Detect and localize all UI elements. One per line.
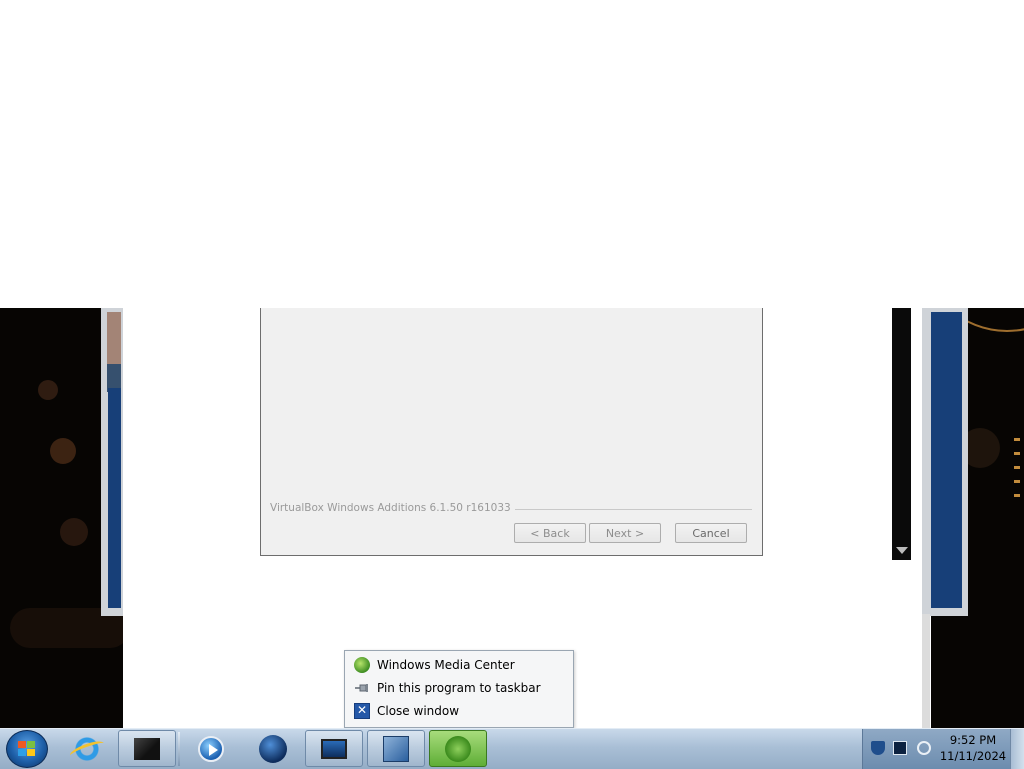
taskbar-button-black-box-app[interactable]	[118, 730, 176, 767]
jump-item-windows-media-center[interactable]: Windows Media Center	[347, 654, 571, 676]
black-box-app-icon	[134, 737, 160, 760]
window-thumbnail	[107, 312, 121, 364]
scrollbar[interactable]	[892, 308, 911, 560]
taskbar-button-internet-explorer[interactable]	[58, 730, 116, 767]
media-player-icon	[198, 735, 224, 762]
taskbar-jump-list: Windows Media Center Pin this program to…	[344, 650, 574, 728]
window-content	[108, 388, 121, 608]
light-dots	[1014, 438, 1020, 498]
back-button[interactable]: < Back	[514, 523, 586, 543]
notification-area: 9:52 PM 11/11/2024	[862, 729, 1011, 769]
bokeh-light	[50, 438, 76, 464]
installer-brand-label: VirtualBox Windows Additions 6.1.50 r161…	[270, 502, 515, 514]
bokeh-light	[60, 518, 88, 546]
clock-time: 9:52 PM	[949, 733, 997, 747]
pin-icon	[355, 684, 368, 692]
clock[interactable]: 9:52 PM 11/11/2024	[935, 732, 1011, 764]
jump-item-label: Close window	[377, 704, 460, 718]
taskbar-button-media-player[interactable]	[182, 730, 240, 767]
taskbar-separator	[178, 732, 180, 766]
jump-item-close-window[interactable]: ✕ Close window	[347, 700, 571, 722]
jump-item-pin-to-taskbar[interactable]: Pin this program to taskbar	[347, 677, 571, 699]
background-window-right[interactable]	[922, 308, 968, 616]
window-edge	[922, 614, 930, 728]
cancel-button[interactable]: Cancel	[675, 523, 747, 543]
bokeh-light	[38, 380, 58, 400]
close-window-icon: ✕	[354, 703, 370, 719]
windows-media-center-icon	[354, 657, 370, 673]
jump-item-label: Pin this program to taskbar	[377, 681, 541, 695]
windows-media-center-icon	[445, 735, 471, 762]
taskbar-button-windows-media-center[interactable]	[429, 730, 487, 767]
next-button[interactable]: Next >	[589, 523, 661, 543]
taskbar: 9:52 PM 11/11/2024	[0, 728, 1024, 769]
volume-icon[interactable]	[917, 741, 931, 755]
virtualbox-icon	[383, 735, 409, 762]
network-icon[interactable]	[893, 741, 907, 755]
brand-row: VirtualBox Windows Additions 6.1.50 r161…	[270, 502, 752, 516]
taskbar-button-virtualbox[interactable]	[367, 730, 425, 767]
scroll-down-arrow-icon[interactable]	[896, 547, 908, 554]
clock-date: 11/11/2024	[939, 749, 1007, 763]
taskbar-button-globe[interactable]	[244, 730, 302, 767]
show-desktop-button[interactable]	[1010, 729, 1024, 769]
start-button[interactable]	[6, 730, 48, 768]
start-orb-icon	[18, 741, 36, 757]
taskbar-button-monitor-app[interactable]	[305, 730, 363, 767]
globe-icon	[259, 734, 287, 763]
internet-explorer-icon	[73, 734, 101, 763]
background-window-left[interactable]	[101, 308, 123, 616]
jump-item-label: Windows Media Center	[377, 658, 515, 672]
security-shield-icon[interactable]	[871, 741, 885, 755]
monitor-app-icon	[321, 738, 347, 759]
window-content	[931, 312, 962, 608]
installer-dialog: VirtualBox Windows Additions 6.1.50 r161…	[260, 308, 763, 556]
